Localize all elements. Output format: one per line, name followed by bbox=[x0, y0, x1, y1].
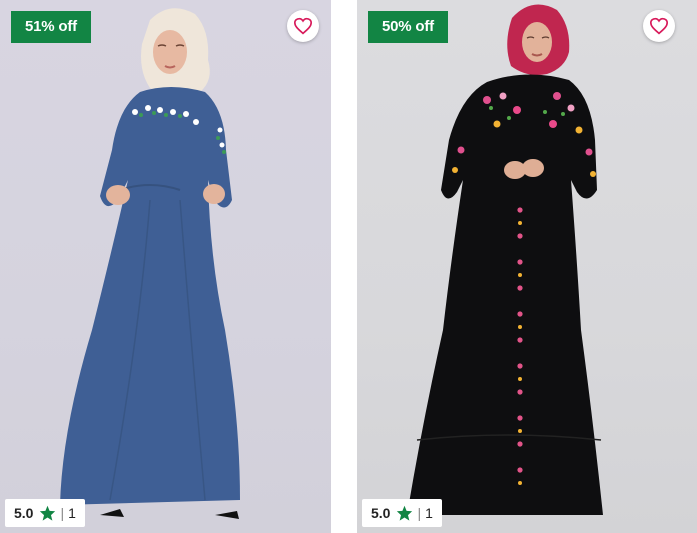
heart-outline-icon bbox=[293, 17, 313, 35]
rating-value: 5.0 bbox=[14, 505, 34, 521]
rating-separator: | bbox=[60, 505, 65, 521]
product-image-black-abaya[interactable] bbox=[357, 0, 697, 533]
review-count: 1 bbox=[425, 505, 433, 521]
star-icon bbox=[396, 505, 413, 521]
rating-badge: 5.0 | 1 bbox=[362, 499, 442, 527]
heart-outline-icon bbox=[649, 17, 669, 35]
rating-separator: | bbox=[417, 505, 422, 521]
wishlist-button[interactable] bbox=[643, 10, 675, 42]
review-count: 1 bbox=[68, 505, 76, 521]
discount-badge: 50% off bbox=[368, 11, 448, 43]
product-card-2[interactable]: 50% off 5.0 | 1 bbox=[357, 0, 697, 533]
rating-badge: 5.0 | 1 bbox=[5, 499, 85, 527]
product-card-1[interactable]: 51% off 5.0 | 1 bbox=[0, 0, 331, 533]
product-image-blue-abaya[interactable] bbox=[0, 0, 331, 533]
star-icon bbox=[39, 505, 56, 521]
discount-badge: 51% off bbox=[11, 11, 91, 43]
wishlist-button[interactable] bbox=[287, 10, 319, 42]
rating-value: 5.0 bbox=[371, 505, 391, 521]
